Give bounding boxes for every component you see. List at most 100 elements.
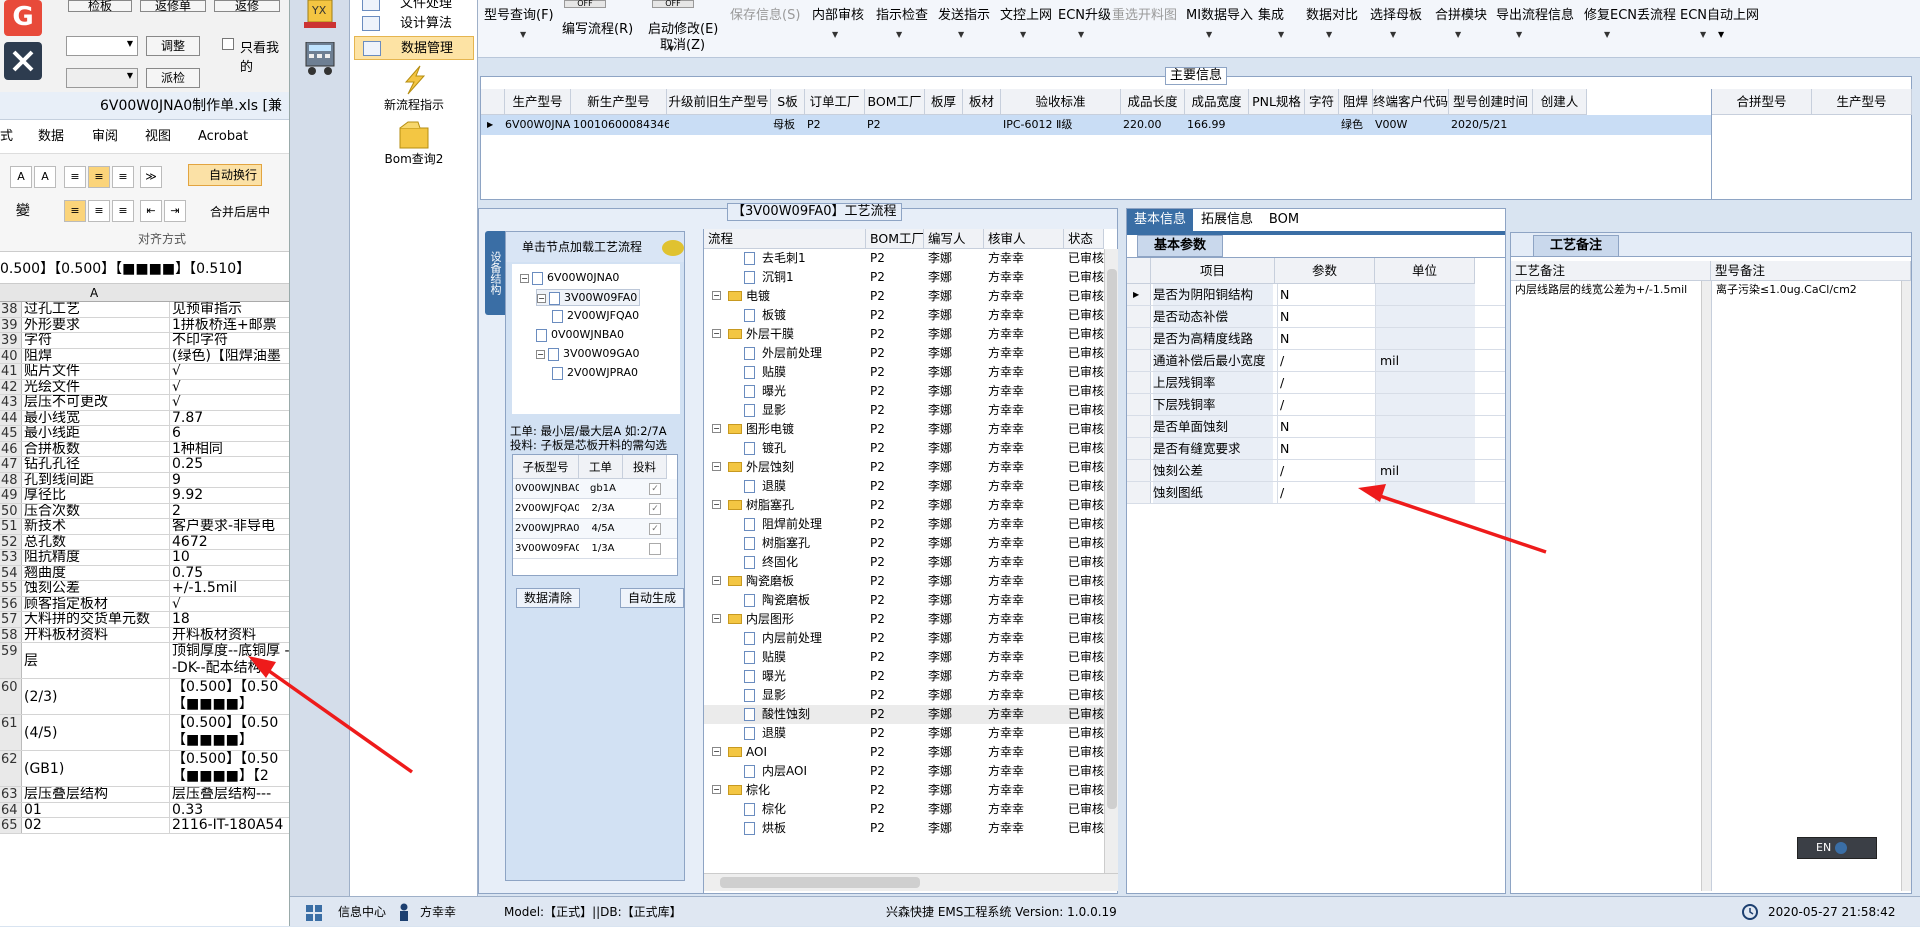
auto-generate-button[interactable]: 自动生成 bbox=[620, 588, 684, 608]
cell-a[interactable]: 大料拼的交货单元数 bbox=[23, 612, 170, 627]
inspect-button[interactable]: 检板 bbox=[68, 0, 132, 12]
cell-a[interactable]: 光绘文件 bbox=[23, 379, 170, 394]
cell-b[interactable]: 【0.500】【0.50 【■■■■】【2 bbox=[171, 751, 289, 786]
param-value[interactable]: / bbox=[1277, 372, 1373, 394]
child-board-model[interactable]: 0V00WJNBA0 bbox=[515, 479, 579, 499]
main-info-cell[interactable]: IPC-6012 Ⅱ级 bbox=[1003, 115, 1123, 135]
tree-toggle-icon[interactable]: − bbox=[712, 500, 721, 509]
cell-b[interactable]: 9.92 bbox=[171, 488, 289, 503]
cell-b[interactable]: 7.87 bbox=[171, 411, 289, 426]
cell-a[interactable]: 最小线距 bbox=[23, 426, 170, 441]
cell-a[interactable]: 开料板材资料 bbox=[23, 627, 170, 642]
cell-b[interactable]: √ bbox=[171, 597, 289, 612]
new-flow-indicator-button[interactable]: 新流程指示 bbox=[350, 64, 478, 113]
model-note-text[interactable]: 离子污染≤1.0ug.CaCl/cm2 bbox=[1711, 281, 1901, 891]
cell-b[interactable]: 9 bbox=[171, 473, 289, 488]
main-info-header[interactable]: PNL规格 bbox=[1249, 89, 1305, 115]
toolbar-item-10[interactable]: 重选开料图 bbox=[1112, 4, 1177, 23]
craft-note-header[interactable]: 工艺备注 bbox=[1511, 261, 1711, 281]
main-info-cell[interactable]: P2 bbox=[867, 115, 927, 135]
params-row[interactable]: ▶ 是否为阴阳铜结构 N bbox=[1127, 284, 1505, 306]
filter-combo[interactable]: ▼ bbox=[66, 36, 138, 56]
main-info-header[interactable]: 生产型号 bbox=[505, 89, 571, 115]
process-row[interactable]: 外层前处理 P2 李娜 方幸幸 已审核 bbox=[704, 344, 1104, 363]
align-bottom-icon[interactable]: ≡ bbox=[112, 166, 134, 188]
toggle-switch-1[interactable]: OFF bbox=[564, 0, 606, 8]
child-board-order[interactable]: 2/3A bbox=[583, 499, 623, 519]
tree-toggle-icon[interactable]: − bbox=[712, 785, 721, 794]
child-board-header[interactable]: 子板型号 bbox=[513, 455, 579, 479]
param-value[interactable]: N bbox=[1277, 328, 1373, 350]
tree-toggle-icon[interactable]: − bbox=[536, 349, 545, 359]
main-info-header[interactable]: 板材 bbox=[963, 89, 1001, 115]
tab-basic-params[interactable]: 基本参数 bbox=[1137, 235, 1223, 257]
model-tree-node[interactable]: 2V00WJPRA0 bbox=[552, 365, 638, 380]
process-row[interactable]: 显影 P2 李娜 方幸幸 已审核 bbox=[704, 686, 1104, 705]
param-value[interactable]: / bbox=[1277, 394, 1373, 416]
craft-note-text[interactable]: 内层线路层的线宽公差为+/-1.5mil bbox=[1511, 281, 1701, 891]
cell-b[interactable]: 开料板材资料 bbox=[171, 628, 289, 643]
cell-b[interactable]: √ bbox=[171, 380, 289, 395]
dropdown-arrow-icon[interactable]: ▼ bbox=[520, 30, 526, 39]
rework-order-button[interactable]: 返修单 bbox=[140, 0, 206, 12]
row-number[interactable]: 53 bbox=[0, 550, 22, 565]
rework-button[interactable]: 返修 bbox=[214, 0, 280, 12]
feed-checkbox[interactable]: ✓ bbox=[649, 483, 661, 495]
orientation-icon[interactable]: ≫ bbox=[140, 166, 162, 188]
production-model-header[interactable]: 生产型号 bbox=[1812, 89, 1912, 115]
nav-data-management[interactable]: 数据管理 bbox=[354, 36, 474, 60]
align-middle-icon[interactable]: ≡ bbox=[88, 166, 110, 188]
ime-toolbar[interactable]: EN bbox=[1797, 837, 1877, 859]
cell-b[interactable]: 【0.500】【0.50 【■■■■】 bbox=[171, 715, 289, 750]
cell-a[interactable]: 总孔数 bbox=[23, 534, 170, 549]
cell-b[interactable]: 0.75 bbox=[171, 566, 289, 581]
cell-a[interactable]: (GB1) bbox=[23, 751, 170, 786]
cell-a[interactable]: 02 bbox=[23, 818, 170, 833]
main-info-header[interactable]: 订单工厂 bbox=[805, 89, 865, 115]
process-row[interactable]: 曝光 P2 李娜 方幸幸 已审核 bbox=[704, 382, 1104, 401]
toolbar-item-11[interactable]: MI数据导入 ▼ bbox=[1186, 4, 1253, 39]
main-info-header[interactable]: 新生产型号 bbox=[571, 89, 667, 115]
process-row[interactable]: − 棕化 P2 李娜 方幸幸 已审核 bbox=[704, 781, 1104, 800]
main-info-header[interactable]: 验收标准 bbox=[1001, 89, 1121, 115]
params-row[interactable]: 蚀刻公差 / mil bbox=[1127, 460, 1505, 482]
row-number[interactable]: 45 bbox=[0, 426, 22, 441]
cell-b[interactable]: 0.25 bbox=[171, 457, 289, 472]
process-vscroll[interactable] bbox=[1104, 249, 1118, 873]
child-board-model[interactable]: 2V00WJFQA0 bbox=[515, 499, 579, 519]
toolbar-item-15[interactable]: 合拼模块 ▼ bbox=[1435, 4, 1487, 39]
row-number[interactable]: 64 bbox=[0, 802, 22, 817]
cell-b[interactable]: 2116-IT-180A54 bbox=[171, 818, 289, 833]
cell-a[interactable]: 蚀刻公差 bbox=[23, 581, 170, 596]
child-board-model[interactable]: 3V00W09FA0 bbox=[515, 539, 579, 559]
dispatch-button[interactable]: 派检 bbox=[146, 68, 200, 88]
toolbar-item-7[interactable]: 发送指示 ▼ bbox=[938, 4, 990, 39]
row-number[interactable]: 54 bbox=[0, 565, 22, 580]
params-row[interactable]: 是否动态补偿 N bbox=[1127, 306, 1505, 328]
cell-a[interactable]: 最小线宽 bbox=[23, 410, 170, 425]
toolbar-dropdown-arrow-icon[interactable]: ▼ bbox=[1718, 30, 1724, 39]
main-info-cell[interactable]: P2 bbox=[807, 115, 867, 135]
process-header[interactable]: 流程 bbox=[704, 229, 866, 249]
row-number[interactable]: 49 bbox=[0, 488, 22, 503]
toolbar-item-6[interactable]: 指示检查 ▼ bbox=[876, 4, 928, 39]
indent-increase-icon[interactable]: ⇥ bbox=[164, 200, 186, 222]
font-grow-icon[interactable]: A bbox=[10, 166, 32, 188]
toolbar-item-17[interactable]: 修复ECN丢流程 ▼ bbox=[1584, 4, 1676, 39]
params-row[interactable]: 是否单面蚀刻 N bbox=[1127, 416, 1505, 438]
cell-a[interactable]: (4/5) bbox=[23, 715, 170, 750]
process-header[interactable]: 编写人 bbox=[924, 229, 984, 249]
model-note-scrollbar[interactable] bbox=[1901, 281, 1911, 891]
process-row[interactable]: 显影 P2 李娜 方幸幸 已审核 bbox=[704, 401, 1104, 420]
tab-extended-info[interactable]: 拓展信息 bbox=[1195, 209, 1259, 231]
param-value[interactable]: N bbox=[1277, 416, 1373, 438]
row-number[interactable]: 50 bbox=[0, 503, 22, 518]
process-row[interactable]: − 外层蚀刻 P2 李娜 方幸幸 已审核 bbox=[704, 458, 1104, 477]
dispatch-combo[interactable]: ▼ bbox=[66, 68, 138, 88]
process-row[interactable]: 陶瓷磨板 P2 李娜 方幸幸 已审核 bbox=[704, 591, 1104, 610]
dropdown-arrow-icon[interactable]: ▼ bbox=[1516, 30, 1522, 39]
tree-toggle-icon[interactable]: − bbox=[712, 614, 721, 623]
process-row[interactable]: 阻焊前处理 P2 李娜 方幸幸 已审核 bbox=[704, 515, 1104, 534]
cell-b[interactable]: 【0.500】【0.50 【■■■■】 bbox=[171, 679, 289, 714]
process-row[interactable]: 退膜 P2 李娜 方幸幸 已审核 bbox=[704, 724, 1104, 743]
